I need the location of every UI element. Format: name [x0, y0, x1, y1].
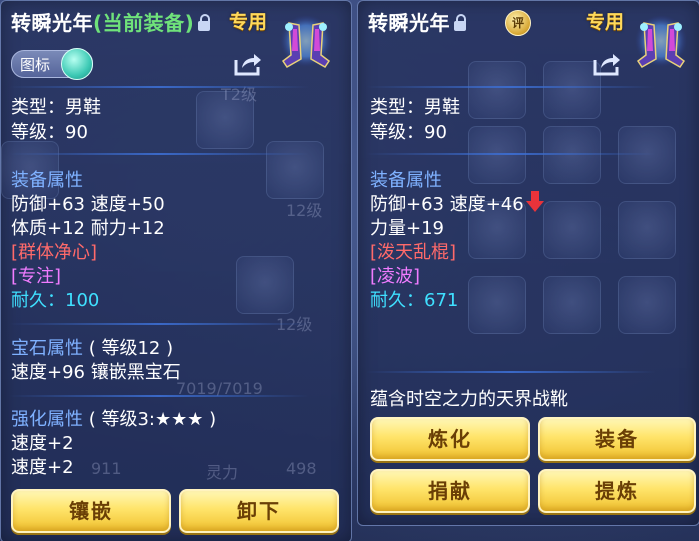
- special-effect: [专注]: [11, 266, 62, 287]
- background-text: 12级: [286, 201, 323, 220]
- refine-button[interactable]: 炼化: [370, 417, 530, 461]
- current-equipment-tooltip: T2级 12级 12级 911 灵力 498 7019/7019 转瞬光年(当前…: [0, 0, 352, 541]
- separator: [366, 153, 656, 155]
- special-skill: [群体净心]: [11, 242, 98, 263]
- background-slot: [543, 201, 601, 259]
- gem-attr-header: 宝石属性 ( 等级12 ): [11, 338, 173, 360]
- background-slot: [468, 126, 526, 184]
- gem-line: 速度+96 镶嵌黑宝石: [11, 362, 181, 383]
- background-slot: [618, 126, 676, 184]
- item-type: 类型：男鞋: [11, 97, 101, 118]
- rate-badge-icon[interactable]: 评: [505, 10, 531, 36]
- unequip-button[interactable]: 卸下: [179, 489, 339, 533]
- background-slot: [543, 126, 601, 184]
- item-title: 转瞬光年(当前装备): [11, 7, 211, 36]
- background-text: 911: [91, 459, 122, 478]
- exclusive-tag: 专用: [229, 11, 268, 33]
- donate-button[interactable]: 捐献: [370, 469, 530, 513]
- compare-equipment-tooltip: 转瞬光年 评 专用 类型：男鞋 等级：90 装备属性 防御+63 速度+46 力…: [357, 0, 699, 526]
- separator: [9, 153, 309, 155]
- item-title: 转瞬光年: [368, 7, 466, 36]
- equip-attr-header: 装备属性: [11, 170, 83, 191]
- boots-item-icon[interactable]: [277, 15, 335, 73]
- background-slot: [266, 141, 324, 199]
- item-name: 转瞬光年: [11, 11, 93, 35]
- boots-item-icon[interactable]: [632, 15, 690, 73]
- icon-toggle[interactable]: 图标: [11, 48, 93, 80]
- attr-line: 力量+19: [370, 218, 444, 239]
- background-slot: [468, 61, 526, 119]
- equip-attr-header: 装备属性: [370, 170, 442, 191]
- background-text: 498: [286, 459, 317, 478]
- background-text: T2级: [221, 85, 257, 104]
- durability: 耐久：100: [11, 290, 100, 311]
- enhance-header-label: 强化属性: [11, 409, 83, 430]
- equip-button[interactable]: 装备: [538, 417, 696, 461]
- equipped-status: (当前装备): [93, 11, 195, 35]
- toggle-label: 图标: [20, 56, 51, 74]
- game-screen: T2级 12级 12级 911 灵力 498 7019/7019 转瞬光年(当前…: [0, 0, 699, 541]
- background-slot: [236, 256, 294, 314]
- special-skill: [泼天乱棍]: [370, 242, 457, 263]
- lock-icon: [198, 14, 211, 31]
- enhance-line: 速度+2: [11, 457, 74, 478]
- gem-level: ( 等级12 ): [88, 338, 174, 359]
- extract-button[interactable]: 提炼: [538, 469, 696, 513]
- item-description: 蕴含时空之力的天界战靴: [370, 389, 568, 410]
- toggle-knob: [61, 48, 93, 80]
- special-effect: [凌波]: [370, 266, 421, 287]
- attr-line: 防御+63 速度+46: [370, 191, 544, 216]
- background-slot: [618, 201, 676, 259]
- enhance-level: ( 等级3:★★★ ): [88, 409, 217, 430]
- separator: [9, 395, 309, 397]
- share-icon[interactable]: [592, 51, 622, 77]
- share-icon[interactable]: [233, 51, 263, 77]
- separator: [366, 371, 656, 373]
- attr-line: 防御+63 速度+50: [11, 194, 165, 215]
- durability: 耐久：671: [370, 290, 459, 311]
- enhance-line: 速度+2: [11, 433, 74, 454]
- background-slot: [543, 276, 601, 334]
- stat-decrease-arrow-icon: [525, 191, 544, 212]
- background-slot: [618, 276, 676, 334]
- attr-line: 体质+12 耐力+12: [11, 218, 165, 239]
- background-text: 灵力: [206, 463, 239, 482]
- item-name: 转瞬光年: [368, 11, 450, 35]
- separator: [366, 86, 656, 88]
- exclusive-tag: 专用: [586, 11, 625, 33]
- enhance-attr-header: 强化属性 ( 等级3:★★★ ): [11, 409, 216, 431]
- gem-header-label: 宝石属性: [11, 338, 83, 359]
- item-level: 等级：90: [370, 122, 447, 143]
- background-slot: [468, 276, 526, 334]
- attr-line-text: 防御+63 速度+46: [370, 194, 524, 215]
- item-type: 类型：男鞋: [370, 97, 460, 118]
- item-level: 等级：90: [11, 122, 88, 143]
- lock-icon: [454, 14, 466, 31]
- inlay-button[interactable]: 镶嵌: [11, 489, 171, 533]
- separator: [9, 86, 309, 88]
- separator: [9, 323, 309, 325]
